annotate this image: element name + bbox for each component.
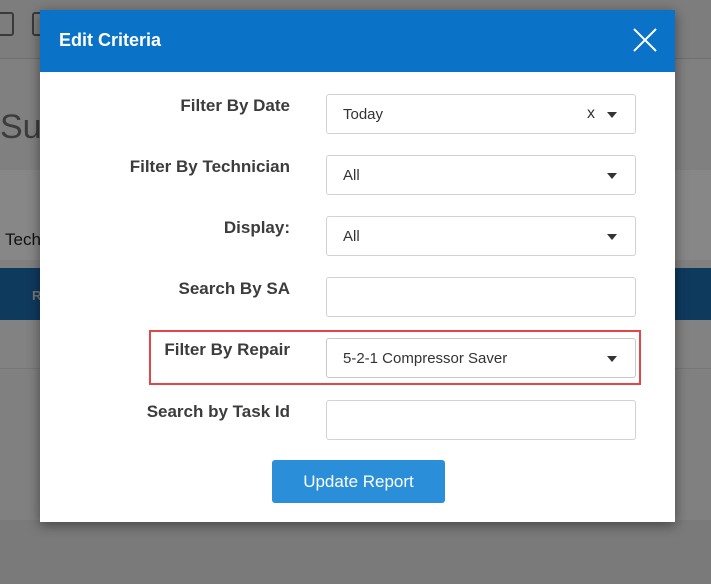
update-report-button[interactable]: Update Report (272, 460, 445, 503)
search-by-sa-input[interactable] (326, 277, 636, 317)
search-by-sa-label: Search By SA (178, 279, 291, 298)
filter-by-technician-select[interactable]: All (326, 155, 636, 195)
filter-by-repair-value: 5-2-1 Compressor Saver (343, 350, 508, 367)
filter-by-repair-select[interactable]: 5-2-1 Compressor Saver (326, 338, 636, 378)
display-value: All (343, 228, 360, 245)
edit-criteria-dialog: Edit Criteria Filter By Date Today x Fil… (40, 10, 675, 522)
chevron-down-icon (607, 112, 617, 118)
chevron-down-icon (607, 234, 617, 240)
background-footer (0, 520, 711, 584)
filter-by-date-select[interactable]: Today x (326, 94, 636, 134)
chevron-down-icon (607, 173, 617, 179)
filter-by-date-label: Filter By Date (180, 96, 290, 115)
filter-by-date-value: Today (343, 106, 384, 123)
display-label: Display: (223, 218, 290, 237)
calendar-clock-icon (0, 12, 14, 36)
display-select[interactable]: All (326, 216, 636, 256)
close-icon (633, 28, 657, 52)
dialog-title: Edit Criteria (59, 30, 162, 50)
clear-date-icon[interactable]: x (587, 105, 595, 123)
close-button[interactable] (632, 27, 658, 53)
dialog-header: Edit Criteria (40, 10, 675, 72)
search-by-task-id-label: Search by Task Id (146, 402, 290, 421)
filter-by-repair-label: Filter By Repair (164, 340, 290, 359)
chevron-down-icon (607, 356, 617, 362)
filter-by-technician-label: Filter By Technician (129, 157, 290, 176)
search-by-task-id-input[interactable] (326, 400, 636, 440)
background-tech-label: Tech (5, 230, 41, 249)
filter-by-technician-value: All (343, 167, 360, 184)
